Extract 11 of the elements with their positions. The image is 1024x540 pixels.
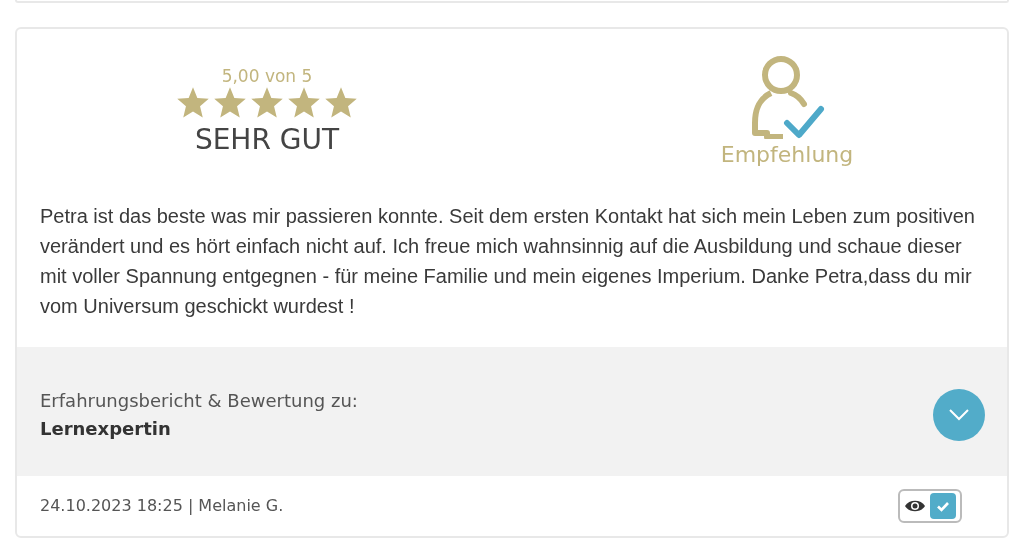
rating-score: 5,00 von 5 (221, 65, 313, 87)
eye-icon (904, 499, 926, 513)
subject-label: Erfahrungsbericht & Bewertung zu: (40, 388, 358, 413)
review-text: Petra ist das beste was mir passieren konnte. Seit dem ersten Kontakt hat sich mein Leben zum positiven verändert und es hört einfach nicht auf. Ich freue mich wahnsinnig auf die Ausbildung und schaue dieser mit voller Spannung entgegnen - für meine Familie und mein eigenes Imperium. Danke Petra,dass du mir vom Universum geschickt wurdest ! (39, 204, 976, 319)
rating-verdict: SEHR GUT (194, 123, 340, 157)
review-meta: 24.10.2023 18:25 | Melanie G. (40, 495, 284, 517)
check-icon (936, 500, 950, 512)
subject-name: Lernexpertin (40, 416, 172, 441)
expand-button[interactable] (933, 388, 985, 441)
recommendation-label: Empfehlung (720, 141, 854, 169)
chevron-icon (948, 407, 970, 422)
